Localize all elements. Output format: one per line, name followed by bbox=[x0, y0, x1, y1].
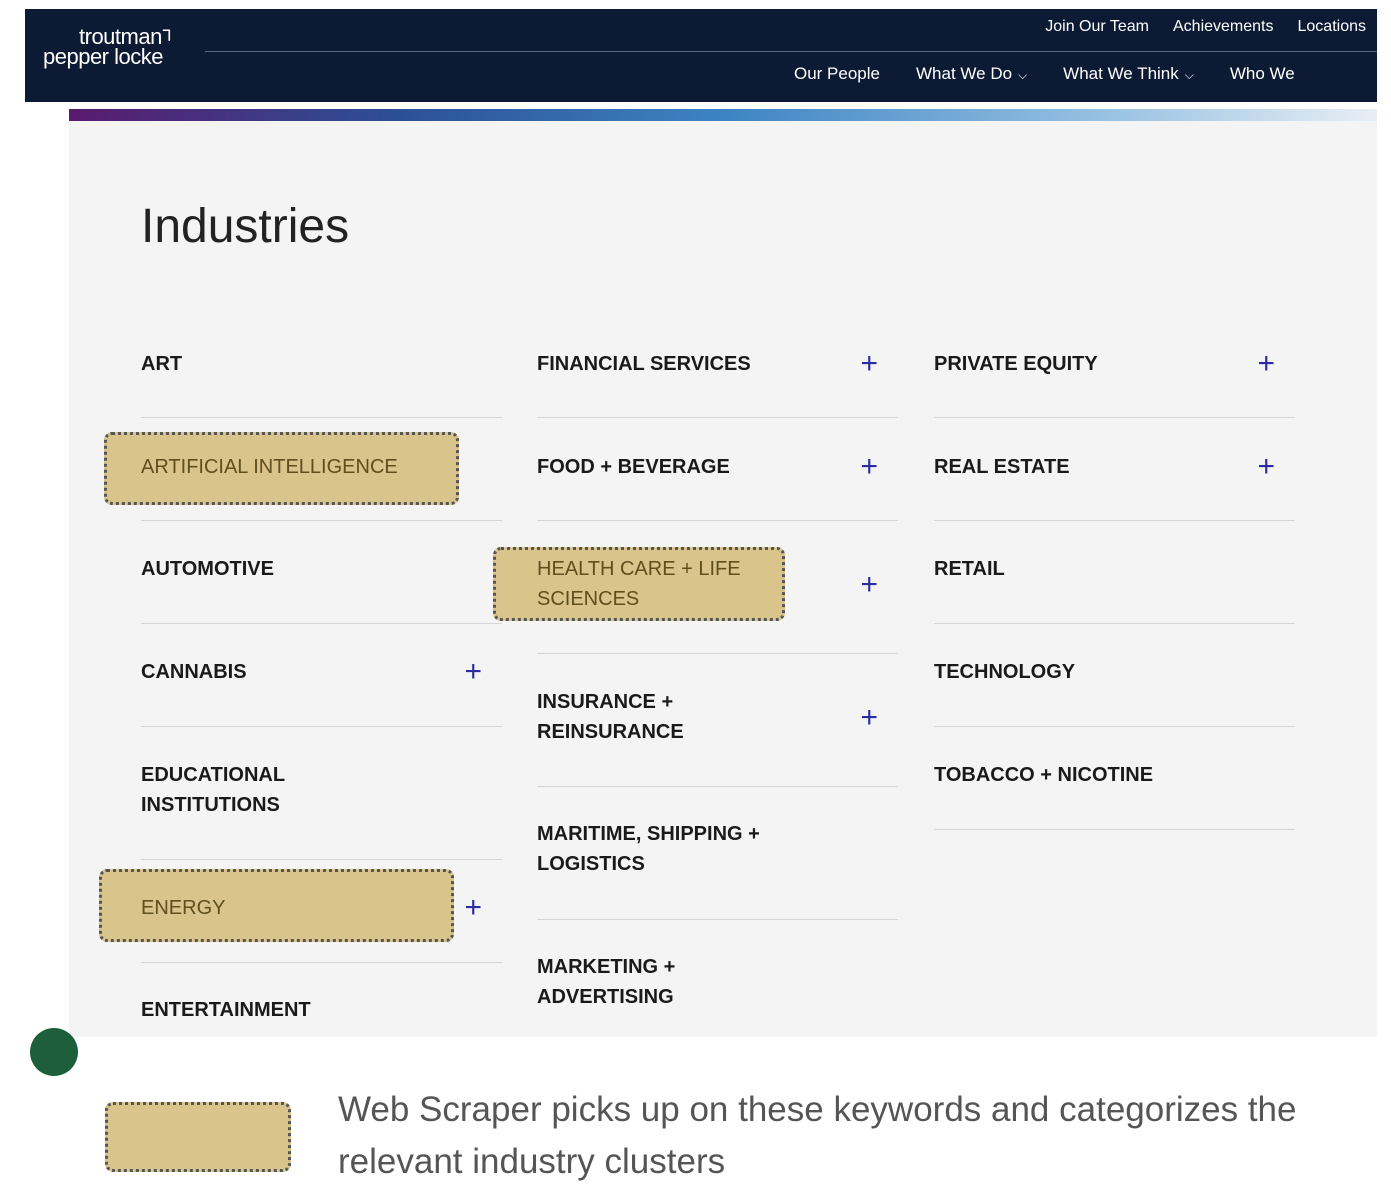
industry-label: ENERGY bbox=[141, 897, 226, 919]
nav-locations[interactable]: Locations bbox=[1298, 18, 1367, 36]
logo-line-2: pepper locke bbox=[43, 44, 163, 69]
industry-label: TOBACCO + NICOTINE bbox=[934, 764, 1154, 786]
industry-item[interactable]: TECHNOLOGY bbox=[934, 623, 1295, 727]
industry-item[interactable]: ENERGY + bbox=[141, 859, 502, 963]
industry-label: MARKETING + ADVERTISING bbox=[537, 956, 676, 1008]
industry-item[interactable]: CANNABIS + bbox=[141, 623, 502, 727]
industry-label: EDUCATIONAL INSTITUTIONS bbox=[141, 764, 285, 816]
nav-who-we[interactable]: Who We bbox=[1230, 64, 1295, 84]
nav-what-we-think[interactable]: What We Think ⌵ bbox=[1063, 64, 1194, 84]
industry-label: CANNABIS bbox=[141, 661, 247, 683]
plus-icon[interactable]: + bbox=[860, 349, 878, 379]
industry-label: RETAIL bbox=[934, 558, 1005, 580]
plus-icon[interactable]: + bbox=[464, 657, 482, 687]
gradient-bar bbox=[69, 109, 1377, 121]
legend-text: Web Scraper picks up on these keywords a… bbox=[338, 1090, 1297, 1181]
nav-our-people[interactable]: Our People bbox=[794, 64, 880, 84]
nav-what-we-think-label: What We Think bbox=[1063, 64, 1179, 83]
site-header: troutmanᒣ pepper locke Join Our Team Ach… bbox=[25, 9, 1377, 102]
industry-label: INSURANCE + REINSURANCE bbox=[537, 691, 684, 743]
industry-item[interactable]: EDUCATIONAL INSTITUTIONS bbox=[141, 726, 502, 860]
industry-item[interactable]: PRIVATE EQUITY + bbox=[934, 121, 1295, 418]
industry-label: AUTOMOTIVE bbox=[141, 558, 274, 580]
nav-what-we-do[interactable]: What We Do ⌵ bbox=[916, 64, 1027, 84]
industry-label: ART bbox=[141, 353, 183, 375]
industry-item[interactable]: MARKETING + ADVERTISING bbox=[537, 919, 898, 1037]
chat-widget-button[interactable] bbox=[30, 1028, 78, 1076]
site-logo[interactable]: troutmanᒣ pepper locke bbox=[43, 26, 172, 69]
plus-icon[interactable]: + bbox=[860, 703, 878, 733]
industry-item[interactable]: INSURANCE + REINSURANCE + bbox=[537, 653, 898, 787]
industry-label: REAL ESTATE bbox=[934, 456, 1070, 478]
plus-icon[interactable]: + bbox=[860, 452, 878, 482]
industry-item[interactable]: ARTIFICIAL INTELLIGENCE bbox=[141, 417, 502, 521]
utility-nav: Join Our Team Achievements Locations bbox=[1045, 18, 1366, 36]
industry-label: FOOD + BEVERAGE bbox=[537, 456, 730, 478]
main-nav: Our People What We Do ⌵ What We Think ⌵ Wh… bbox=[794, 64, 1295, 84]
plus-icon[interactable]: + bbox=[1257, 452, 1275, 482]
nav-what-we-do-label: What We Do bbox=[916, 64, 1013, 83]
industry-item[interactable]: ENTERTAINMENT bbox=[141, 962, 502, 1037]
chevron-down-icon: ⌵ bbox=[1184, 68, 1194, 82]
industry-item[interactable]: REAL ESTATE + bbox=[934, 417, 1295, 521]
plus-icon[interactable]: + bbox=[464, 893, 482, 923]
logo-mark-icon: ᒣ bbox=[161, 28, 172, 45]
industry-item[interactable]: HEALTH CARE + LIFE SCIENCES + bbox=[537, 520, 898, 654]
industry-label: MARITIME, SHIPPING + LOGISTICS bbox=[537, 823, 760, 875]
industry-item[interactable]: ART bbox=[141, 121, 502, 418]
industry-item[interactable]: AUTOMOTIVE bbox=[141, 520, 502, 624]
industry-item[interactable]: FINANCIAL SERVICES + bbox=[537, 121, 898, 418]
chevron-down-icon: ⌵ bbox=[1018, 68, 1028, 82]
industry-label: FINANCIAL SERVICES bbox=[537, 353, 751, 375]
industry-item[interactable]: RETAIL bbox=[934, 520, 1295, 624]
industry-label: PRIVATE EQUITY bbox=[934, 353, 1098, 375]
industry-item[interactable]: MARITIME, SHIPPING + LOGISTICS bbox=[537, 786, 898, 920]
nav-achievements[interactable]: Achievements bbox=[1173, 18, 1274, 36]
plus-icon[interactable]: + bbox=[1257, 349, 1275, 379]
industry-label: ARTIFICIAL INTELLIGENCE bbox=[141, 456, 398, 478]
industry-item[interactable]: TOBACCO + NICOTINE bbox=[934, 726, 1295, 830]
industry-item[interactable]: FOOD + BEVERAGE + bbox=[537, 417, 898, 521]
nav-join-our-team[interactable]: Join Our Team bbox=[1045, 18, 1149, 36]
industry-label: TECHNOLOGY bbox=[934, 661, 1076, 683]
industry-label: HEALTH CARE + LIFE SCIENCES bbox=[537, 558, 741, 610]
header-divider bbox=[205, 51, 1377, 52]
legend-swatch bbox=[105, 1102, 291, 1172]
industries-panel: Industries ART ARTIFICIAL INTELLIGENCE AUT… bbox=[69, 121, 1377, 1037]
industry-label: ENTERTAINMENT bbox=[141, 999, 311, 1021]
plus-icon[interactable]: + bbox=[860, 570, 878, 600]
